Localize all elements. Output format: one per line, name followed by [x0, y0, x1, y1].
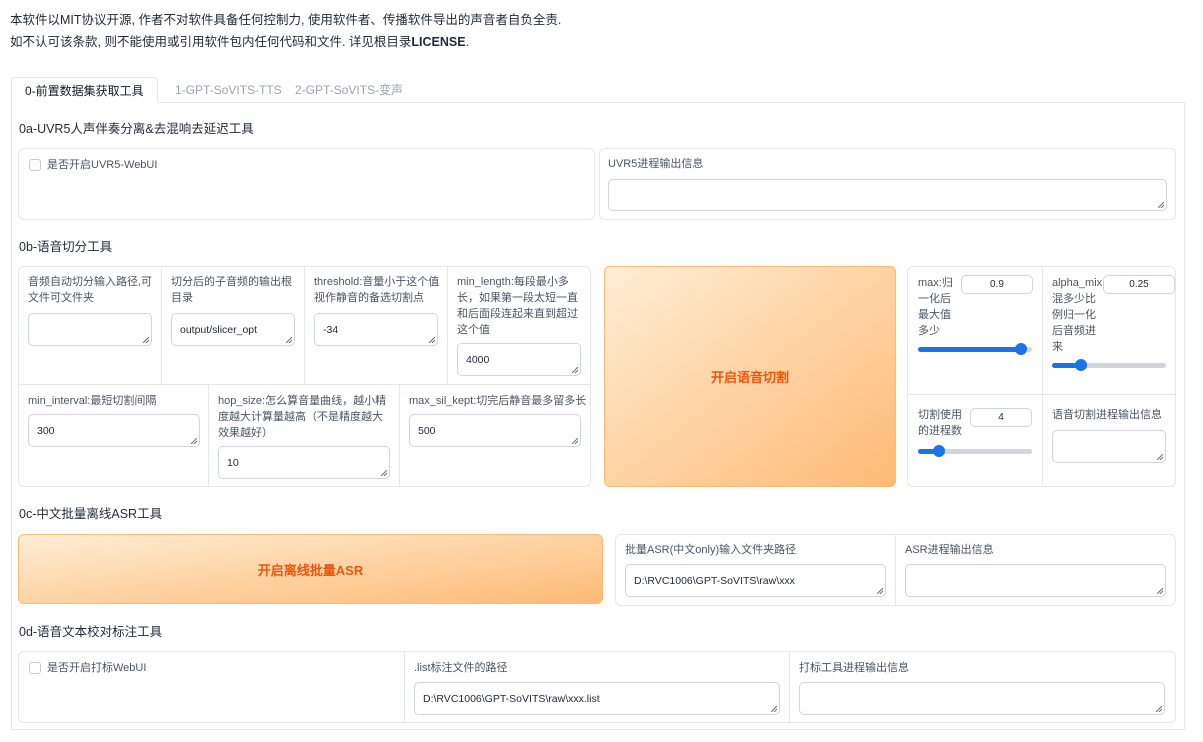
slicer-input-path[interactable] [28, 313, 152, 346]
max-slider-thumb[interactable] [1015, 343, 1027, 355]
label-tool-box: 是否开启打标WebUI .list标注文件的路径 D:\RVC1006\GPT-… [18, 651, 1176, 723]
license-line-2: 如不认可该条款, 则不能使用或引用软件包内任何代码和文件. 详见根目录LICEN… [10, 31, 561, 53]
procs-label: 切割使用的进程数 [918, 407, 968, 439]
procs-number[interactable]: 4 [970, 408, 1032, 427]
min-interval-input[interactable]: 300 [28, 414, 200, 447]
alpha-mix-label: alpha_mix:混多少比例归一化后音频进来 [1052, 275, 1106, 355]
max-number[interactable]: 0.9 [961, 275, 1033, 294]
tab-voice-change[interactable]: 2-GPT-SoVITS-变声 [282, 77, 416, 103]
label-webui-label: 是否开启打标WebUI [47, 660, 146, 676]
slicer-params-box: 音频自动切分输入路径,可文件可文件夹 切分后的子音频的输出根目录 output/… [18, 266, 591, 487]
uvr-section-title: 0a-UVR5人声伴奏分离&去混响去延迟工具 [19, 118, 254, 137]
label-webui-checkbox[interactable] [29, 662, 41, 674]
asr-section-title: 0c-中文批量离线ASR工具 [19, 503, 162, 522]
slicer-input-label: 音频自动切分输入路径,可文件可文件夹 [28, 274, 156, 306]
license-line-1: 本软件以MIT协议开源, 作者不对软件具备任何控制力, 使用软件者、传播软件导出… [10, 9, 561, 31]
tab-dataset-tools[interactable]: 0-前置数据集获取工具 [11, 77, 158, 103]
procs-slider-thumb[interactable] [933, 445, 945, 457]
asr-output-label: ASR进程输出信息 [905, 542, 994, 558]
label-output-textarea[interactable] [799, 682, 1165, 715]
label-section-title: 0d-语音文本校对标注工具 [19, 621, 162, 640]
slicer-output-info-textarea[interactable] [1052, 430, 1166, 463]
alpha-mix-slider-thumb[interactable] [1075, 359, 1087, 371]
label-output-label: 打标工具进程输出信息 [799, 660, 909, 676]
tab-panel: 0a-UVR5人声伴奏分离&去混响去延迟工具 是否开启UVR5-WebUI UV… [11, 102, 1185, 730]
procs-slider[interactable] [918, 449, 1032, 454]
license-notice: 本软件以MIT协议开源, 作者不对软件具备任何控制力, 使用软件者、传播软件导出… [10, 9, 561, 53]
hop-size-input[interactable]: 10 [218, 446, 390, 479]
min-length-label: min_length:每段最小多长，如果第一段太短一直和后面段连起来直到超过这个… [457, 274, 585, 338]
alpha-mix-number[interactable]: 0.25 [1103, 275, 1175, 294]
min-interval-label: min_interval:最短切割间隔 [28, 393, 203, 409]
uvr-toggle-box: 是否开启UVR5-WebUI [18, 148, 595, 220]
license-link-text: LICENSE [411, 35, 465, 49]
threshold-label: threshold:音量小于这个值视作静音的备选切割点 [314, 274, 442, 306]
start-slicing-button[interactable]: 开启语音切割 [604, 266, 896, 487]
max-slider-fill [918, 347, 1021, 352]
start-asr-button[interactable]: 开启离线批量ASR [18, 534, 603, 604]
max-slider[interactable] [918, 347, 1032, 352]
min-length-input[interactable]: 4000 [457, 343, 581, 376]
slicer-section-title: 0b-语音切分工具 [19, 236, 112, 255]
asr-input-path[interactable]: D:\RVC1006\GPT-SoVITS\raw\xxx [625, 564, 886, 597]
tab-bar: 0-前置数据集获取工具 1-GPT-SoVITS-TTS 2-GPT-SoVIT… [11, 77, 1185, 102]
max-sil-kept-input[interactable]: 500 [409, 414, 581, 447]
tab-tts[interactable]: 1-GPT-SoVITS-TTS [162, 77, 295, 103]
threshold-input[interactable]: -34 [314, 313, 438, 346]
uvr-output-label: UVR5进程输出信息 [608, 156, 703, 172]
uvr-webui-checkbox[interactable] [29, 159, 41, 171]
asr-output-textarea[interactable] [905, 564, 1166, 597]
list-path-input[interactable]: D:\RVC1006\GPT-SoVITS\raw\xxx.list [414, 682, 780, 715]
list-path-label: .list标注文件的路径 [414, 660, 508, 676]
max-label: max:归一化后最大值多少 [918, 275, 958, 339]
max-sil-kept-label: max_sil_kept:切完后静音最多留多长 [409, 393, 587, 409]
uvr-output-textarea[interactable] [608, 179, 1167, 211]
asr-box: 批量ASR(中文only)输入文件夹路径 D:\RVC1006\GPT-SoVI… [615, 534, 1176, 606]
uvr-output-box: UVR5进程输出信息 [599, 148, 1176, 220]
slicer-output-label: 切分后的子音频的输出根目录 [171, 274, 299, 306]
hop-size-label: hop_size:怎么算音量曲线，越小精度越大计算量越高（不是精度越大效果越好） [218, 393, 393, 441]
slicer-output-info-label: 语音切割进程输出信息 [1052, 407, 1172, 423]
slicer-output-path[interactable]: output/slicer_opt [171, 313, 295, 346]
asr-input-label: 批量ASR(中文only)输入文件夹路径 [625, 542, 796, 558]
uvr-webui-label: 是否开启UVR5-WebUI [47, 157, 157, 173]
slicer-options-box: max:归一化后最大值多少 0.9 alpha_mix:混多少比例归一化后音频进… [907, 266, 1176, 487]
alpha-mix-slider[interactable] [1052, 363, 1166, 368]
